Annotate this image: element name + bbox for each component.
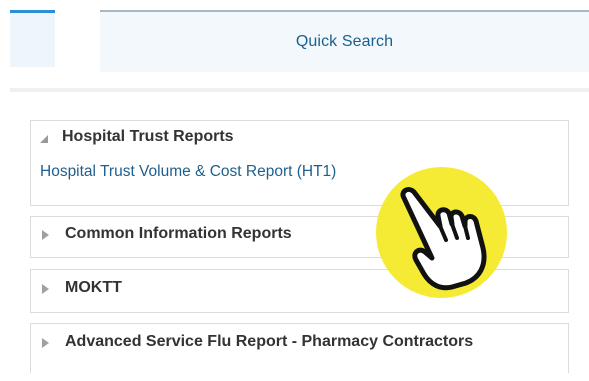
hand-pointer-icon: [400, 187, 487, 291]
panel-header-advanced-service-flu-report[interactable]: Advanced Service Flu Report - Pharmacy C…: [31, 324, 568, 360]
quick-search-tab[interactable]: Quick Search: [100, 10, 589, 72]
nav-tab-home[interactable]: [10, 10, 55, 67]
panel-title: MOKTT: [65, 279, 122, 296]
expand-triangle-icon[interactable]: [42, 338, 49, 348]
panel-title: Hospital Trust Reports: [62, 128, 234, 145]
collapse-triangle-icon[interactable]: [40, 135, 48, 143]
page: Quick Search Hospital Trust Reports Hosp…: [0, 0, 589, 381]
panel-header-hospital-trust-reports[interactable]: Hospital Trust Reports: [31, 121, 568, 153]
section-divider: [10, 88, 589, 92]
expand-triangle-icon[interactable]: [42, 284, 49, 294]
panel-advanced-service-flu-report: Advanced Service Flu Report - Pharmacy C…: [30, 323, 569, 373]
panel-title: Common Information Reports: [65, 225, 292, 242]
panel-title: Advanced Service Flu Report - Pharmacy C…: [65, 333, 474, 350]
expand-triangle-icon[interactable]: [42, 230, 49, 240]
report-link-ht1[interactable]: Hospital Trust Volume & Cost Report (HT1…: [31, 163, 568, 181]
quick-search-label: Quick Search: [295, 33, 394, 50]
